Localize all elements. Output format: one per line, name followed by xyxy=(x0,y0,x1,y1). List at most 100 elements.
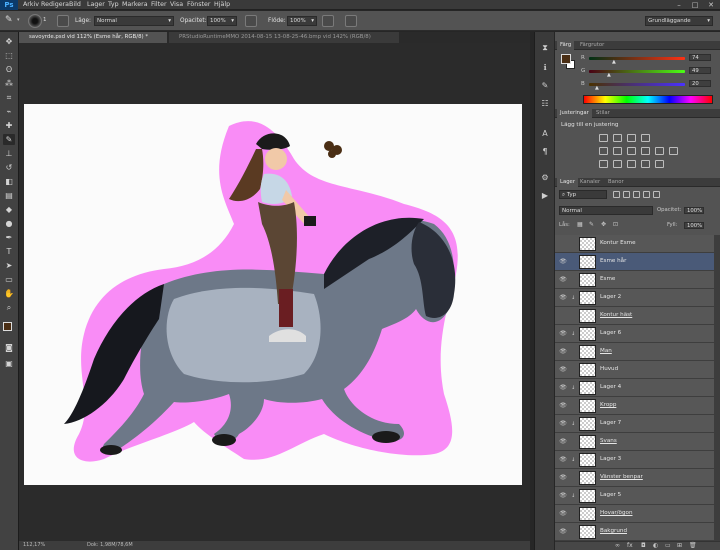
layer-name[interactable]: Svans xyxy=(600,438,617,444)
menu-fonster[interactable]: Fönster xyxy=(187,0,210,10)
tab-layers[interactable]: Lager xyxy=(557,178,578,187)
visibility-eye-icon[interactable]: 👁 xyxy=(559,348,567,356)
visibility-eye-icon[interactable]: 👁 xyxy=(559,276,567,284)
move-tool-icon[interactable]: ✥ xyxy=(3,36,15,47)
layer-thumbnail[interactable] xyxy=(579,273,596,287)
layer-name[interactable]: Lager 6 xyxy=(600,330,621,336)
visibility-eye-icon[interactable]: 👁 xyxy=(559,528,567,536)
filter-shape-icon[interactable] xyxy=(643,191,650,198)
maximize-icon[interactable]: □ xyxy=(688,1,702,9)
black-white-icon[interactable] xyxy=(641,147,650,155)
layer-thumbnail[interactable] xyxy=(579,471,596,485)
pressure-opacity-icon[interactable] xyxy=(245,15,257,27)
tab-channels[interactable]: Kanaler xyxy=(577,178,603,187)
quick-mask-icon[interactable]: ◙ xyxy=(3,342,15,353)
gradient-map-icon[interactable] xyxy=(641,160,650,168)
tool-preset-chevron-icon[interactable]: ▾ xyxy=(17,17,20,23)
levels-icon[interactable] xyxy=(613,134,622,142)
slider-thumb-icon[interactable]: ▲ xyxy=(612,59,616,65)
layer-row[interactable]: 👁 ↓ Lager 6 xyxy=(555,325,717,343)
properties-icon[interactable]: ℹ xyxy=(538,62,552,74)
filter-type-icon[interactable] xyxy=(633,191,640,198)
layer-thumbnail[interactable] xyxy=(579,363,596,377)
hand-tool-icon[interactable]: ✋ xyxy=(3,288,15,299)
filter-adjustment-icon[interactable] xyxy=(623,191,630,198)
layer-name[interactable]: Bakgrund xyxy=(600,528,627,534)
eyedropper-tool-icon[interactable]: ⌁ xyxy=(3,106,15,117)
layer-thumbnail[interactable] xyxy=(579,489,596,503)
tab-swatches[interactable]: Färgrutor xyxy=(577,41,607,50)
layer-name[interactable]: Hovar/ögon xyxy=(600,510,633,516)
visibility-eye-icon[interactable]: 👁 xyxy=(559,492,567,500)
layer-name[interactable]: Lager 5 xyxy=(600,492,621,498)
airbrush-icon[interactable] xyxy=(322,15,334,27)
exposure-icon[interactable] xyxy=(641,134,650,142)
brush-tool-icon[interactable]: ✎ xyxy=(5,15,13,25)
opacity-field[interactable]: 100% ▾ xyxy=(207,16,237,26)
layer-thumbnail[interactable] xyxy=(579,255,596,269)
layer-row[interactable]: 👁 ↓ Lager 5 xyxy=(555,487,717,505)
tab-color[interactable]: Färg xyxy=(557,41,575,50)
layer-row[interactable]: 👁 ↓ Lager 3 xyxy=(555,451,717,469)
layer-name[interactable]: Huvud xyxy=(600,366,618,372)
visibility-eye-icon[interactable]: 👁 xyxy=(559,474,567,482)
slider-thumb-icon[interactable]: ▲ xyxy=(607,72,611,78)
menu-markera[interactable]: Markera xyxy=(122,0,148,10)
character-icon[interactable]: A xyxy=(538,128,552,140)
layer-name[interactable]: Vänster benpar xyxy=(600,474,643,480)
filter-smart-object-icon[interactable] xyxy=(653,191,660,198)
lock-transparency-icon[interactable]: ▦ xyxy=(577,221,583,228)
layer-filter-select[interactable]: ⌕ Typ xyxy=(559,190,607,199)
history-icon[interactable]: ⧗ xyxy=(538,42,552,54)
layer-opacity-field[interactable]: 100% xyxy=(684,207,704,214)
layer-row[interactable]: 👁 Svans xyxy=(555,433,717,451)
lasso-tool-icon[interactable]: ʘ xyxy=(3,64,15,75)
healing-brush-tool-icon[interactable]: ✚ xyxy=(3,120,15,131)
workspace-select[interactable]: Grundläggande ▾ xyxy=(645,16,713,26)
layer-thumbnail[interactable] xyxy=(579,435,596,449)
visibility-eye-icon[interactable]: 👁 xyxy=(559,258,567,266)
new-adjustment-icon[interactable]: ◐ xyxy=(653,542,658,549)
layer-name[interactable]: Lager 7 xyxy=(600,420,621,426)
layer-thumbnail[interactable] xyxy=(579,237,596,251)
visibility-off-icon[interactable] xyxy=(559,312,567,320)
gradient-tool-icon[interactable]: ▤ xyxy=(3,190,15,201)
minimize-icon[interactable]: – xyxy=(672,1,686,9)
photo-filter-icon[interactable] xyxy=(655,147,664,155)
layer-style-icon[interactable]: fx xyxy=(627,542,633,549)
tool-presets-icon[interactable]: ⚙ xyxy=(538,172,552,184)
brush-presets-icon[interactable]: ✎ xyxy=(538,80,552,92)
zoom-tool-icon[interactable]: ⌕ xyxy=(3,302,15,313)
layer-thumbnail[interactable] xyxy=(579,381,596,395)
brush-preview-icon[interactable] xyxy=(28,14,42,28)
menu-hjalp[interactable]: Hjälp xyxy=(214,0,230,10)
screen-mode-icon[interactable]: ▣ xyxy=(3,358,15,369)
link-layers-icon[interactable]: ∞ xyxy=(615,542,620,549)
visibility-eye-icon[interactable]: 👁 xyxy=(559,420,567,428)
flow-field[interactable]: 100% ▾ xyxy=(287,16,317,26)
crop-tool-icon[interactable]: ⌗ xyxy=(3,92,15,103)
lock-all-icon[interactable]: ⊡ xyxy=(613,221,618,228)
layer-row[interactable]: 👁 Esme xyxy=(555,271,717,289)
blend-mode-select[interactable]: Normal xyxy=(559,206,653,215)
visibility-off-icon[interactable] xyxy=(559,240,567,248)
menu-lager[interactable]: Lager xyxy=(87,0,105,10)
layer-row[interactable]: Kontur Esme xyxy=(555,235,717,253)
tab-savoyrde[interactable]: savoyrde.psd vid 112% (Esme hår, RGB/8) … xyxy=(19,32,167,43)
channel-r-slider[interactable] xyxy=(589,57,685,60)
layer-thumbnail[interactable] xyxy=(579,291,596,305)
actions-icon[interactable]: ▶ xyxy=(538,190,552,202)
visibility-eye-icon[interactable]: 👁 xyxy=(559,402,567,410)
blur-tool-icon[interactable]: ◆ xyxy=(3,204,15,215)
layer-thumbnail[interactable] xyxy=(579,417,596,431)
tab-styles[interactable]: Stilar xyxy=(593,109,613,118)
layer-name[interactable]: Man xyxy=(600,348,612,354)
brush-tool-icon[interactable]: ✎ xyxy=(3,134,15,145)
visibility-eye-icon[interactable]: 👁 xyxy=(559,384,567,392)
dodge-tool-icon[interactable]: ● xyxy=(3,218,15,229)
layer-row[interactable]: 👁 Vänster benpar xyxy=(555,469,717,487)
lock-pixels-icon[interactable]: ✎ xyxy=(589,221,594,228)
channel-b-value[interactable]: 20 xyxy=(689,80,711,87)
trash-icon[interactable]: 🗑 xyxy=(689,542,697,549)
menu-typ[interactable]: Typ xyxy=(108,0,119,10)
